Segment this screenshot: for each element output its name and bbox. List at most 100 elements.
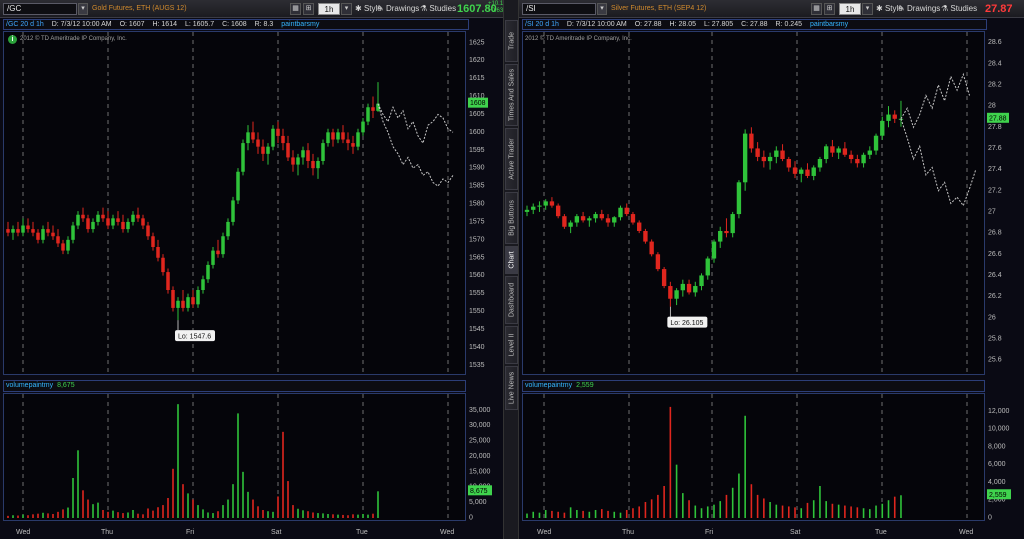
interval-button[interactable]: 1h	[318, 3, 340, 15]
silver-price-chart[interactable]: Lo: 26.105	[523, 32, 986, 376]
silver-volume-chart[interactable]	[523, 394, 986, 522]
volume-bar	[22, 514, 24, 518]
gold-chart-panel: /GC ▾ Gold Futures, ETH (AUGS 12) ▦ ⊞ 1h…	[0, 0, 509, 539]
volume-bar	[688, 500, 690, 518]
side-tab-label: Times And Sales	[508, 68, 515, 122]
symbol-input[interactable]: /GC	[3, 3, 77, 15]
candle-body	[101, 214, 105, 219]
side-tab-times-and-sales[interactable]: Times And Sales	[505, 64, 518, 126]
price-plot[interactable]: Lo: 26.105	[522, 31, 986, 376]
candle-body	[842, 148, 848, 155]
volume-bar	[137, 513, 139, 518]
price-tick-label: 25.8	[988, 335, 1002, 342]
candle-body	[693, 286, 698, 293]
interval-dropdown-icon[interactable]: ▾	[862, 3, 873, 15]
candle-body	[66, 239, 70, 251]
candle-body	[291, 157, 295, 165]
volume-bar	[267, 511, 269, 518]
volume-bar	[669, 406, 672, 518]
interval-dropdown-icon[interactable]: ▾	[341, 3, 352, 15]
candle-body	[16, 229, 20, 233]
candle-body	[106, 218, 110, 226]
volume-bar	[806, 502, 809, 518]
studies-button[interactable]: ⚗ Studies	[420, 2, 456, 16]
last-volume-tag-text: 2,559	[989, 492, 1007, 499]
net-change: +10.10 +0.63%	[488, 1, 509, 15]
time-tick-label: Wed	[537, 529, 551, 536]
volume-bar	[657, 494, 659, 518]
interval-button[interactable]: 1h	[839, 3, 861, 15]
gold-volume-chart[interactable]	[4, 394, 467, 522]
candle-body	[761, 156, 767, 162]
candle-body	[181, 300, 185, 308]
volume-bar	[337, 514, 339, 518]
volume-bar	[277, 496, 279, 518]
candle-body	[630, 214, 636, 223]
link-icon[interactable]: ⊞	[303, 3, 314, 15]
side-tab-trade[interactable]: Trade	[505, 20, 518, 62]
volume-study-name[interactable]: volumepaintmy	[525, 382, 572, 389]
candle-body	[316, 161, 320, 169]
volume-plot[interactable]	[3, 393, 467, 522]
candle-body	[861, 154, 866, 164]
volume-bar	[900, 495, 902, 518]
volume-bar	[312, 512, 314, 518]
grid-layout-icon[interactable]: ▦	[290, 3, 301, 15]
volume-bar	[812, 500, 815, 518]
price-tick-label: 27.8	[988, 124, 1002, 131]
symbol-input[interactable]: /SI	[522, 3, 596, 15]
candle-body	[211, 250, 215, 265]
volume-study-name[interactable]: volumepaintmy	[6, 382, 53, 389]
side-tab-dashboard[interactable]: Dashboard	[505, 276, 518, 324]
candle-body	[81, 214, 85, 219]
volume-bar	[377, 491, 379, 518]
side-tab-live-news[interactable]: Live News	[505, 366, 518, 410]
side-tab-active-trader[interactable]: Active Trader	[505, 128, 518, 190]
volume-bar	[750, 484, 753, 518]
link-icon[interactable]: ⊞	[824, 3, 835, 15]
side-tab-big-buttons[interactable]: Big Buttons	[505, 192, 518, 244]
candle-body	[749, 133, 754, 149]
symbol-dropdown-icon[interactable]: ▾	[78, 3, 88, 15]
drawings-button[interactable]: ✎ Drawings	[898, 2, 940, 16]
candle-body	[351, 143, 355, 147]
gold-price-chart[interactable]: Lo: 1547.6	[4, 32, 467, 376]
candle-body	[767, 156, 773, 162]
volume-bar	[52, 514, 54, 518]
study-name[interactable]: paintbarsmy	[810, 21, 848, 28]
candle-body	[21, 225, 25, 233]
candle-body	[246, 132, 250, 144]
symbol-dropdown-icon[interactable]: ▾	[597, 3, 607, 15]
candle-body	[817, 159, 823, 168]
side-tab-chart[interactable]: Chart	[505, 246, 518, 274]
volume-axis: 12,00010,0008,0006,0004,0002,00002,559	[987, 408, 1011, 521]
candle-body	[643, 230, 648, 242]
volume-bar	[77, 450, 79, 518]
side-tab-label: Live News	[508, 371, 515, 405]
volume-bar	[157, 507, 159, 518]
candle-body	[674, 290, 679, 299]
candle-body	[587, 218, 592, 221]
candle-body	[537, 205, 542, 207]
info-icon[interactable]: i	[8, 35, 17, 44]
volume-plot[interactable]	[522, 393, 986, 522]
candle-body	[755, 148, 760, 157]
candle-body	[680, 283, 686, 291]
symbol-timeframe: /SI 20 d 1h	[525, 21, 559, 28]
candle-body	[649, 241, 654, 255]
side-tab-level-ii[interactable]: Level II	[505, 326, 518, 364]
candle-body	[524, 209, 530, 212]
volume-tick-label: 35,000	[469, 407, 491, 414]
candle-body	[166, 272, 170, 290]
volume-bar	[744, 415, 746, 518]
drawings-button[interactable]: ✎ Drawings	[377, 2, 419, 16]
study-name[interactable]: paintbarsmy	[281, 21, 319, 28]
grid-layout-icon[interactable]: ▦	[811, 3, 822, 15]
candle-body	[668, 286, 673, 299]
candle-body	[261, 146, 265, 154]
price-plot[interactable]: Lo: 1547.6	[3, 31, 467, 376]
volume-bar	[544, 510, 547, 518]
studies-button[interactable]: ⚗ Studies	[941, 2, 977, 16]
candle-body	[296, 157, 300, 165]
symbol-description: Gold Futures, ETH (AUGS 12)	[92, 5, 187, 12]
